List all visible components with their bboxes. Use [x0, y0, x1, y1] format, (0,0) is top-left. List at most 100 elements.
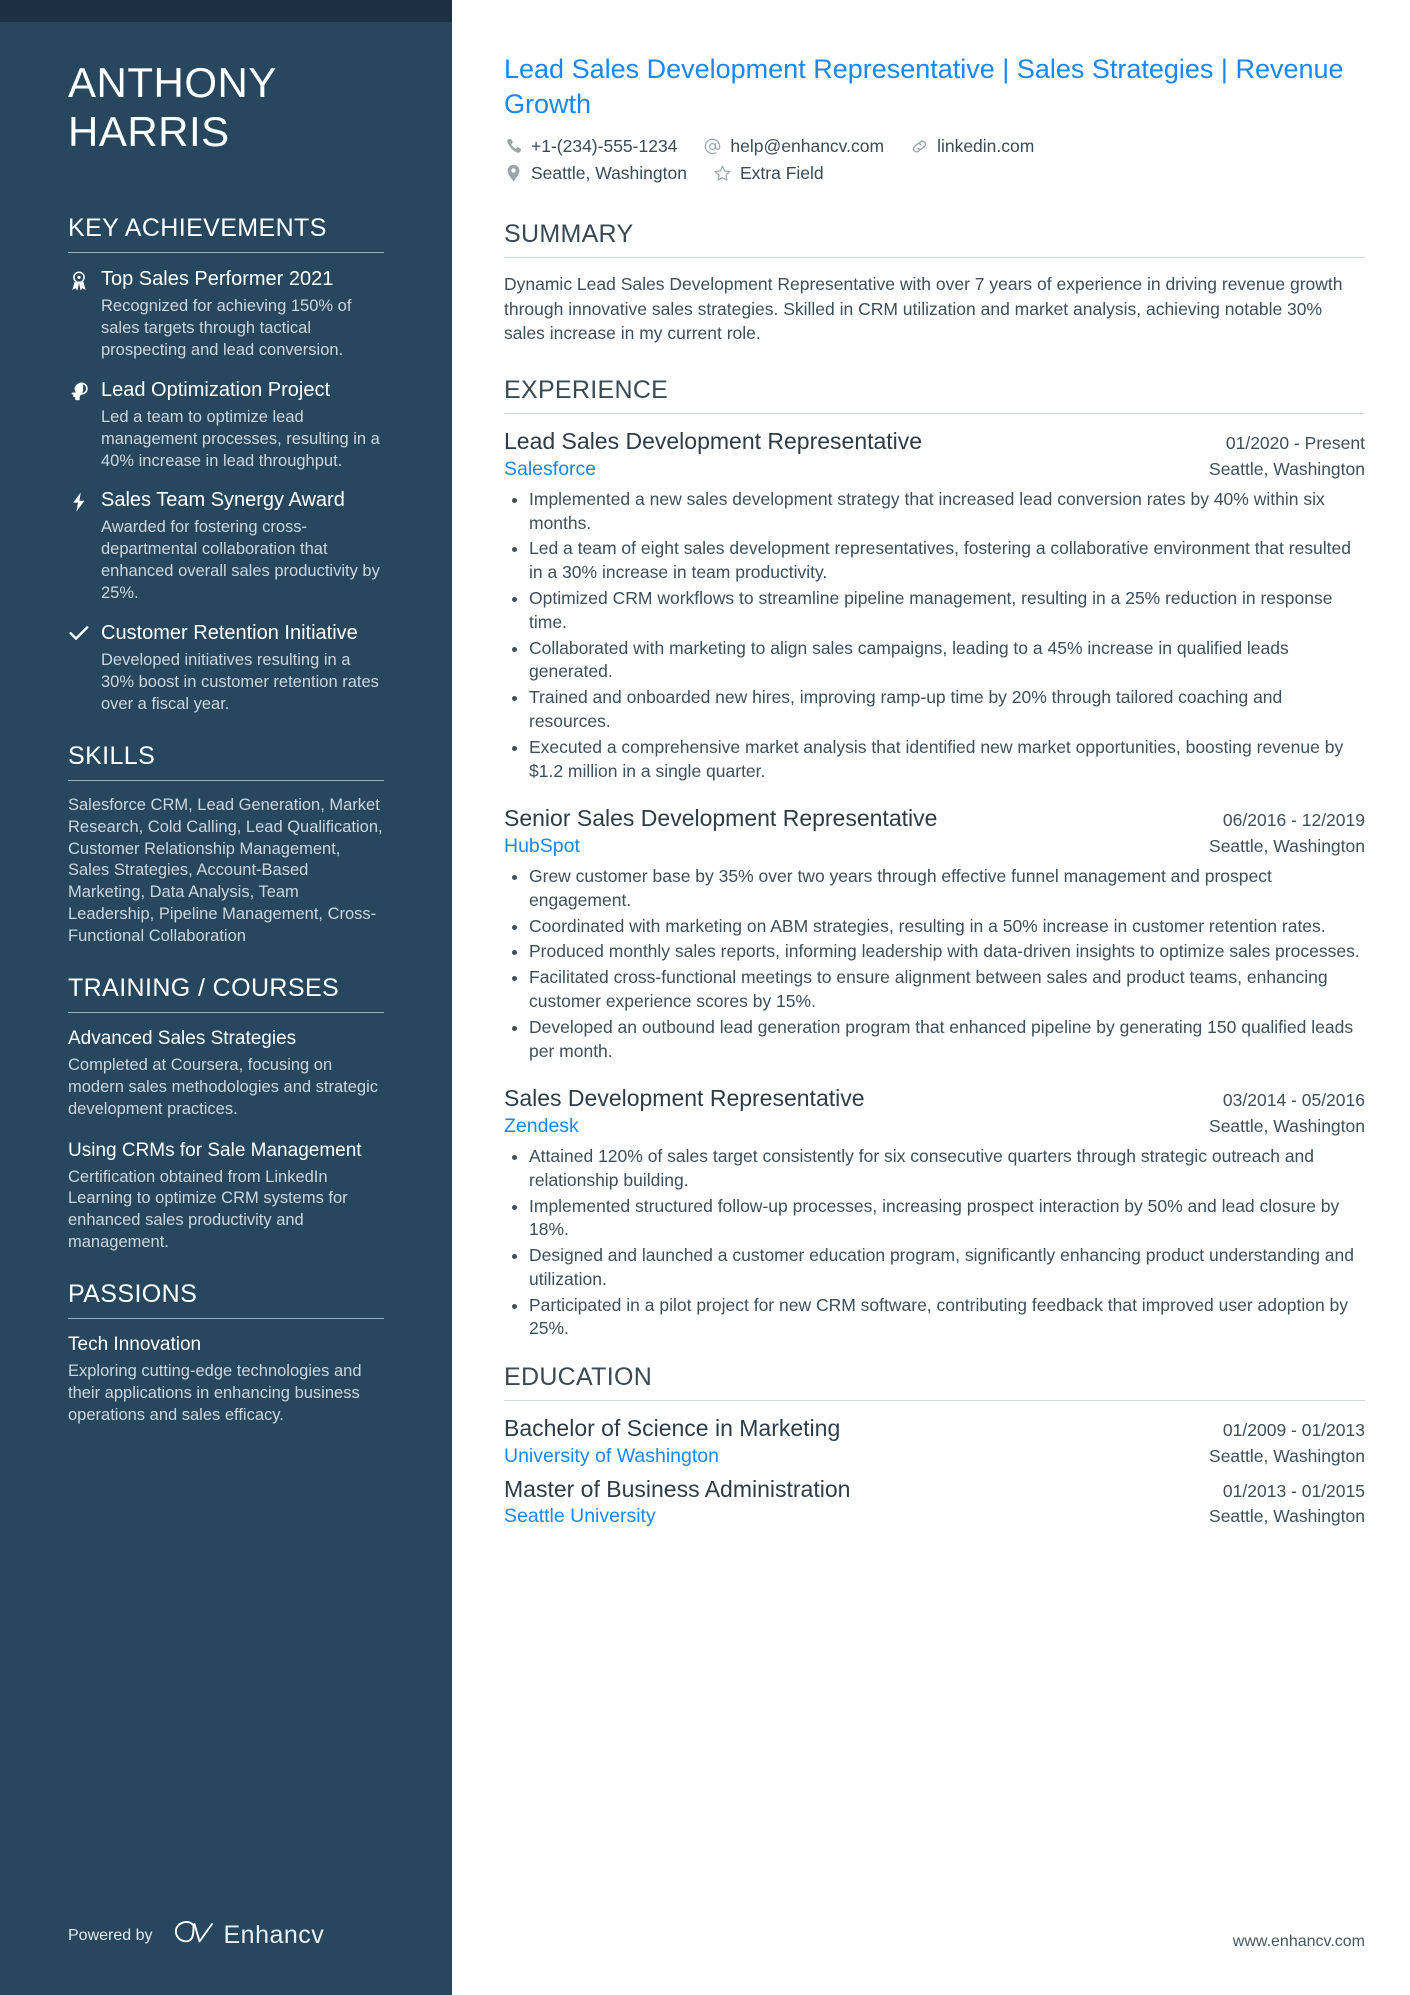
experience-job-title: Sales Development Representative: [504, 1085, 865, 1112]
experience-location: Seattle, Washington: [1209, 1115, 1365, 1136]
contact-linkedin[interactable]: linkedin.com: [910, 136, 1034, 157]
education-entry: Master of Business Administration 01/201…: [504, 1476, 1365, 1529]
section-summary: SUMMARY Dynamic Lead Sales Development R…: [504, 220, 1365, 347]
candidate-name: ANTHONY HARRIS: [68, 0, 384, 156]
experience-job-title: Lead Sales Development Representative: [504, 428, 923, 455]
section-skills: SKILLS Salesforce CRM, Lead Generation, …: [68, 742, 384, 949]
skills-list: Salesforce CRM, Lead Generation, Market …: [68, 795, 383, 946]
experience-bullet: Implemented a new sales development stra…: [504, 488, 1365, 536]
achievement-item: Sales Team Synergy Award: [68, 488, 384, 513]
link-icon: [910, 137, 929, 156]
divider: [504, 256, 1365, 258]
education-entry: Bachelor of Science in Marketing 01/2009…: [504, 1415, 1365, 1468]
powered-by-label: Powered by: [68, 1926, 153, 1944]
passion-item: Tech Innovation Exploring cutting-edge t…: [68, 1333, 384, 1427]
section-experience: EXPERIENCE Lead Sales Development Repres…: [504, 376, 1365, 1341]
experience-entry: Lead Sales Development Representative 01…: [504, 428, 1365, 783]
education-entry-subheader: Seattle University Seattle, Washington: [504, 1505, 1365, 1528]
lightbulb-head-icon: [68, 378, 90, 401]
achievement-item: Lead Optimization Project: [68, 378, 384, 403]
divider: [68, 1012, 384, 1014]
education-heading: EDUCATION: [504, 1363, 653, 1392]
star-icon: [713, 164, 732, 183]
experience-date-range: 01/2020 - Present: [1225, 433, 1365, 454]
achievement-description: Developed initiatives resulting in a 30%…: [101, 650, 379, 713]
summary-heading: SUMMARY: [504, 219, 634, 248]
training-description: Completed at Coursera, focusing on moder…: [68, 1055, 379, 1118]
experience-company[interactable]: Zendesk: [504, 1115, 579, 1138]
section-training-courses: TRAINING / COURSES Advanced Sales Strate…: [68, 974, 384, 1254]
checkmark-icon: [68, 621, 90, 641]
experience-bullet: Led a team of eight sales development re…: [504, 537, 1365, 585]
contact-location-value: Seattle, Washington: [531, 162, 687, 183]
experience-heading: EXPERIENCE: [504, 376, 669, 405]
experience-bullet-list: Grew customer base by 35% over two years…: [504, 865, 1365, 1063]
experience-entry-header: Sales Development Representative 03/2014…: [504, 1085, 1365, 1113]
training-title: Using CRMs for Sale Management: [68, 1139, 362, 1161]
main-content: Lead Sales Development Representative | …: [452, 0, 1410, 1995]
achievement-description: Awarded for fostering cross-departmental…: [101, 518, 380, 603]
contact-extra-field-value: Extra Field: [739, 162, 824, 183]
training-heading: TRAINING / COURSES: [68, 974, 340, 1003]
section-passions: PASSIONS Tech Innovation Exploring cutti…: [68, 1280, 384, 1427]
achievement-title: Lead Optimization Project: [101, 378, 331, 401]
experience-company[interactable]: Salesforce: [504, 458, 596, 481]
experience-job-title: Senior Sales Development Representative: [504, 805, 938, 832]
passion-description: Exploring cutting-edge technologies and …: [68, 1362, 362, 1424]
education-date-range: 01/2013 - 01/2015: [1222, 1480, 1365, 1501]
sidebar-footer: Powered by Enhancv: [68, 1920, 324, 1951]
resume-page: ANTHONY HARRIS KEY ACHIEVEMENTS Top Sale…: [0, 0, 1410, 1995]
experience-bullet: Implemented structured follow-up process…: [504, 1195, 1365, 1243]
achievement-title: Sales Team Synergy Award: [101, 489, 345, 512]
experience-entry-subheader: Salesforce Seattle, Washington: [504, 458, 1365, 481]
achievement-title: Top Sales Performer 2021: [101, 268, 334, 291]
achievement-description: Led a team to optimize lead management p…: [101, 407, 380, 470]
passions-heading: PASSIONS: [68, 1280, 198, 1309]
experience-bullet: Attained 120% of sales target consistent…: [504, 1145, 1365, 1193]
contact-info: +1-(234)-555-1234 help@enhancv.com linke…: [504, 136, 1365, 184]
experience-bullet: Executed a comprehensive market analysis…: [504, 736, 1365, 784]
experience-entry-header: Lead Sales Development Representative 01…: [504, 428, 1365, 456]
divider: [68, 779, 384, 781]
experience-entry-subheader: Zendesk Seattle, Washington: [504, 1115, 1365, 1138]
contact-location: Seattle, Washington: [504, 163, 687, 184]
contact-email[interactable]: help@enhancv.com: [703, 136, 884, 157]
lightning-bolt-icon: [68, 488, 90, 513]
contact-phone-value: +1-(234)-555-1234: [531, 135, 678, 156]
skills-heading: SKILLS: [68, 741, 156, 770]
education-degree: Bachelor of Science in Marketing: [504, 1415, 841, 1442]
contact-row-1: +1-(234)-555-1234 help@enhancv.com linke…: [504, 136, 1365, 157]
headline: Lead Sales Development Representative | …: [504, 54, 1344, 119]
experience-bullet: Produced monthly sales reports, informin…: [504, 940, 1365, 964]
sidebar-top-strip: [0, 0, 452, 22]
education-school[interactable]: Seattle University: [504, 1505, 656, 1528]
experience-bullet: Grew customer base by 35% over two years…: [504, 865, 1365, 913]
training-item: Advanced Sales Strategies Completed at C…: [68, 1027, 384, 1121]
experience-bullet-list: Implemented a new sales development stra…: [504, 488, 1365, 784]
training-item: Using CRMs for Sale Management Certifica…: [68, 1139, 384, 1255]
contact-email-value: help@enhancv.com: [730, 135, 885, 156]
enhancv-logo-icon: [173, 1920, 215, 1951]
experience-company[interactable]: HubSpot: [504, 835, 580, 858]
training-description: Certification obtained from LinkedIn Lea…: [68, 1167, 348, 1252]
section-education: EDUCATION Bachelor of Science in Marketi…: [504, 1363, 1365, 1528]
divider: [504, 413, 1365, 415]
education-school[interactable]: University of Washington: [504, 1445, 719, 1468]
education-entry-header: Bachelor of Science in Marketing 01/2009…: [504, 1415, 1365, 1443]
training-title: Advanced Sales Strategies: [68, 1028, 297, 1050]
enhancv-brand-text: Enhancv: [223, 1921, 325, 1949]
enhancv-brand: Enhancv: [173, 1920, 325, 1951]
education-entry-header: Master of Business Administration 01/201…: [504, 1476, 1365, 1504]
experience-entry: Sales Development Representative 03/2014…: [504, 1085, 1365, 1341]
education-date-range: 01/2009 - 01/2013: [1222, 1420, 1365, 1441]
contact-extra-field: Extra Field: [713, 163, 824, 184]
footer-url: www.enhancv.com: [1232, 1933, 1365, 1950]
key-achievements-heading: KEY ACHIEVEMENTS: [68, 214, 327, 243]
candidate-first-name: ANTHONY: [68, 59, 277, 106]
divider: [68, 252, 384, 254]
experience-bullet: Coordinated with marketing on ABM strate…: [504, 915, 1365, 939]
contact-phone[interactable]: +1-(234)-555-1234: [504, 136, 677, 157]
experience-bullet: Designed and launched a customer educati…: [504, 1244, 1365, 1292]
experience-bullet: Participated in a pilot project for new …: [504, 1294, 1365, 1342]
experience-entry: Senior Sales Development Representative …: [504, 805, 1365, 1063]
